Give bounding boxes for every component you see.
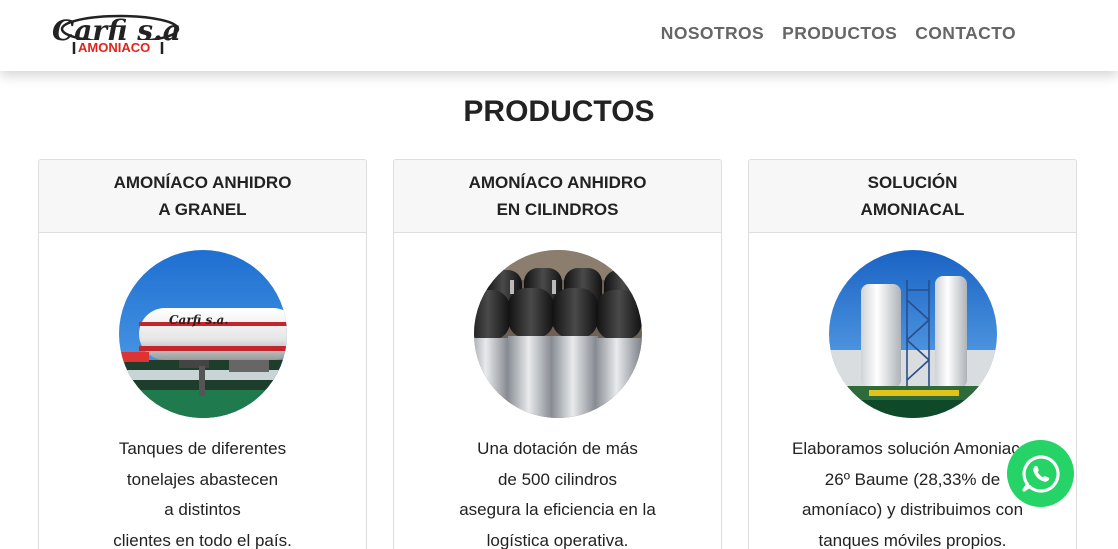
card-description: Una dotación de más de 500 cilindros ase…: [394, 434, 721, 549]
product-card-granel[interactable]: AMONÍACO ANHIDRO A GRANEL Carfi s.a. Tan…: [38, 159, 367, 549]
gas-cylinders-image: [474, 250, 642, 418]
card-title-line-1: AMONÍACO ANHIDRO: [113, 173, 292, 192]
storage-silos-image: [829, 250, 997, 418]
main-nav: NOSOTROS PRODUCTOS CONTACTO: [661, 23, 1016, 44]
card-text-line: asegura la eficiencia en la: [459, 500, 656, 519]
card-text-line: clientes en todo el país.: [113, 530, 292, 549]
card-text-line: tonelajes abastecen: [126, 469, 279, 489]
card-title-line-1: SOLUCIÓN: [867, 173, 958, 192]
nav-contacto[interactable]: CONTACTO: [915, 23, 1016, 44]
card-header: AMONÍACO ANHIDRO A GRANEL: [39, 160, 366, 233]
card-text-line: de 500 cilindros: [497, 469, 618, 489]
card-title-line-2: AMONIACAL: [860, 200, 965, 219]
site-header: Carfi s.a. AMONIACO NOSOTROS PRODUCTOS C…: [0, 0, 1118, 71]
card-text-line: tanques móviles propios.: [818, 530, 1007, 549]
section-title: PRODUCTOS: [463, 95, 655, 128]
card-header: AMONÍACO ANHIDRO EN CILINDROS: [394, 160, 721, 233]
nav-nosotros[interactable]: NOSOTROS: [661, 23, 764, 44]
carfi-logo[interactable]: Carfi s.a. AMONIACO: [50, 14, 191, 56]
svg-text:Carfi s.a.: Carfi s.a.: [169, 313, 228, 327]
ammonia-tank-truck-image: Carfi s.a.: [119, 250, 287, 418]
whatsapp-icon: [1021, 454, 1060, 493]
card-text-line: Una dotación de más: [477, 439, 638, 458]
logo-graphic: Carfi s.a. AMONIACO: [52, 14, 191, 55]
card-header: SOLUCIÓN AMONIACAL: [749, 160, 1076, 233]
card-title-line-2: EN CILINDROS: [496, 200, 619, 219]
whatsapp-button[interactable]: [1007, 440, 1074, 507]
card-text-line: Tanques de diferentes: [118, 439, 287, 458]
logo-sub: AMONIACO: [78, 40, 150, 55]
product-card-cilindros[interactable]: AMONÍACO ANHIDRO EN CILINDROS Una dotaci…: [393, 159, 722, 549]
card-title-line-1: AMONÍACO ANHIDRO: [468, 173, 647, 192]
nav-productos[interactable]: PRODUCTOS: [782, 23, 897, 44]
card-text-line: a distintos: [164, 500, 241, 519]
card-title-line-2: A GRANEL: [158, 200, 247, 219]
card-text-line: logística operativa.: [486, 530, 629, 549]
card-description: Tanques de diferentes tonelajes abastece…: [39, 434, 366, 549]
